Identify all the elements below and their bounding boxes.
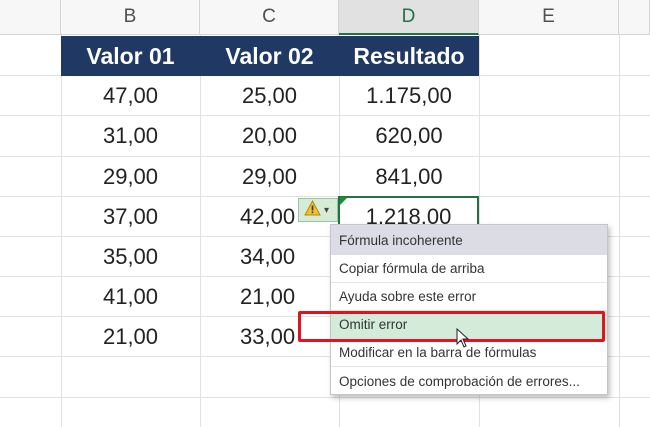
menu-item-error-checking-options[interactable]: Opciones de comprobación de errores...	[331, 367, 607, 395]
cell-c3[interactable]: 25,00	[200, 76, 339, 116]
highlight-annotation	[298, 311, 605, 342]
error-options-menu: Fórmula incoherente Copiar fórmula de ar…	[330, 224, 608, 395]
column-header-e[interactable]: E	[479, 0, 619, 35]
mouse-cursor-icon	[456, 327, 470, 353]
cell-b7[interactable]: 35,00	[61, 237, 200, 277]
cell-b6[interactable]: 37,00	[61, 197, 200, 237]
menu-item-copy-formula-above[interactable]: Copiar fórmula de arriba	[331, 255, 607, 283]
cell-b9[interactable]: 21,00	[61, 317, 200, 357]
cell-d4[interactable]: 620,00	[339, 116, 479, 156]
column-header-f[interactable]	[619, 0, 650, 35]
column-header-c[interactable]: C	[200, 0, 339, 35]
column-header-d[interactable]: D	[339, 0, 479, 35]
cell-b5[interactable]: 29,00	[61, 157, 200, 197]
cell-d5[interactable]: 841,00	[339, 157, 479, 197]
row-header-corner	[0, 0, 61, 35]
warning-icon	[304, 199, 321, 221]
chevron-down-icon: ▾	[324, 204, 330, 216]
cell-d3[interactable]: 1.175,00	[339, 76, 479, 116]
header-valor-01[interactable]: Valor 01	[61, 36, 200, 76]
cell-c5[interactable]: 29,00	[200, 157, 339, 197]
menu-title: Fórmula incoherente	[331, 225, 607, 255]
header-resultado[interactable]: Resultado	[339, 36, 479, 76]
menu-item-help-on-error[interactable]: Ayuda sobre este error	[331, 283, 607, 311]
cell-c4[interactable]: 20,00	[200, 116, 339, 156]
cell-b8[interactable]: 41,00	[61, 277, 200, 317]
column-header-b[interactable]: B	[61, 0, 200, 35]
cell-c7[interactable]: 34,00	[200, 237, 339, 277]
error-options-button[interactable]: ▾	[298, 198, 338, 222]
header-valor-02[interactable]: Valor 02	[200, 36, 339, 76]
cell-b4[interactable]: 31,00	[61, 116, 200, 156]
cell-b3[interactable]: 47,00	[61, 76, 200, 116]
error-indicator-icon	[340, 197, 348, 205]
